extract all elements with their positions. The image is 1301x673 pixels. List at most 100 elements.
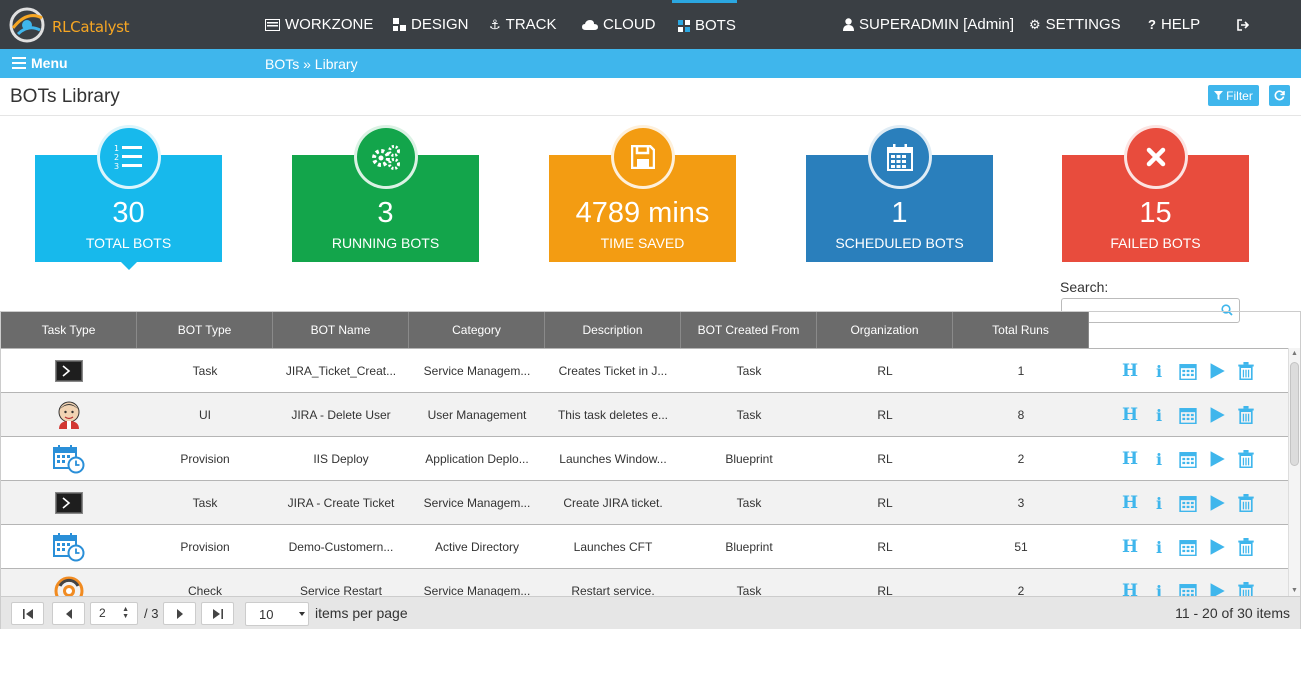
top-navbar: RLCatalyst WORKZONE DESIGN ⚓ TRACK CLOUD… [0,0,1301,49]
logout-button[interactable] [1237,0,1250,49]
col-bot-name[interactable]: BOT Name [273,312,409,348]
chevron-down-icon [299,612,305,616]
table-row[interactable]: Provision IIS Deploy Application Deplo..… [1,436,1288,480]
active-card-pointer [120,262,137,270]
scroll-down-icon[interactable]: ▼ [1291,587,1298,594]
bot-name-cell[interactable]: IIS Deploy [273,452,409,466]
nav-track[interactable]: ⚓ TRACK [489,0,557,49]
col-created-from[interactable]: BOT Created From [681,312,817,348]
delete-icon[interactable] [1237,406,1255,424]
running-bots-label: RUNNING BOTS [331,235,440,251]
delete-icon[interactable] [1237,450,1255,468]
bot-type-cell: Provision [180,451,230,466]
col-task-type[interactable]: Task Type [1,312,137,348]
table-row[interactable]: Task JIRA - Create Ticket Service Manage… [1,480,1288,524]
bot-name-cell[interactable]: JIRA_Ticket_Creat... [273,364,409,378]
prev-page-button[interactable] [52,602,85,625]
last-page-button[interactable] [201,602,234,625]
delete-icon[interactable] [1237,538,1255,556]
stat-card-failed-bots[interactable]: 15 FAILED BOTS [1062,125,1249,262]
table-row[interactable]: Task JIRA_Ticket_Creat... Service Manage… [1,348,1288,392]
app-logo[interactable]: RLCatalyst [8,4,130,46]
col-description[interactable]: Description [545,312,681,348]
run-icon[interactable] [1208,494,1226,512]
stat-card-time-saved[interactable]: 4789 mins TIME SAVED [549,125,736,262]
filter-label: Filter [1226,88,1253,103]
scroll-up-icon[interactable]: ▲ [1291,350,1298,357]
scrollbar-thumb[interactable] [1290,362,1299,466]
pager-info: 11 - 20 of 30 items [1175,605,1290,621]
table-row[interactable]: Check Service Restart Service Managem...… [1,568,1288,596]
schedule-icon[interactable] [1179,494,1197,512]
category-cell: Service Managem... [423,583,531,597]
next-page-button[interactable] [163,602,196,625]
info-icon[interactable]: i [1150,538,1168,557]
run-icon[interactable] [1208,582,1226,596]
info-icon[interactable]: i [1150,494,1168,513]
bot-name-cell[interactable]: JIRA - Create Ticket [273,496,409,510]
times-icon [1123,125,1188,189]
nav-workzone[interactable]: WORKZONE [265,0,373,49]
stat-card-scheduled-bots[interactable]: 1 SCHEDULED BOTS [806,125,993,262]
page-size-select[interactable]: 10 [245,602,309,626]
grid-scrollbar[interactable]: ▲ ▼ [1288,348,1300,596]
help-menu[interactable]: ? HELP [1148,0,1200,49]
delete-icon[interactable] [1237,582,1255,596]
info-icon[interactable]: i [1150,450,1168,469]
schedule-icon[interactable] [1179,538,1197,556]
stat-card-running-bots[interactable]: 3 RUNNING BOTS [292,125,479,262]
jenkins-icon [58,401,80,429]
col-organization[interactable]: Organization [817,312,953,348]
col-category[interactable]: Category [409,312,545,348]
schedule-icon[interactable] [1179,582,1197,596]
current-page: 2 [99,606,106,620]
logo-text: RLCatalyst [52,18,130,36]
search-label: Search: [1060,279,1109,295]
bot-name-cell[interactable]: Demo-Customern... [273,540,409,554]
history-icon[interactable]: H [1121,361,1139,381]
schedule-icon[interactable] [1179,450,1197,468]
run-icon[interactable] [1208,362,1226,380]
history-icon[interactable]: H [1121,537,1139,557]
description-cell: Create JIRA ticket. [563,495,663,510]
stat-card-total-bots[interactable]: 123 30 TOTAL BOTS [35,125,222,270]
nav-design[interactable]: DESIGN [393,0,469,49]
bot-type-cell: UI [199,407,211,422]
info-icon[interactable]: i [1150,582,1168,597]
cogs-icon [353,125,418,189]
history-icon[interactable]: H [1121,493,1139,513]
sitemap-icon [393,18,406,31]
run-icon[interactable] [1208,406,1226,424]
running-bots-value: 3 [377,197,394,229]
run-icon[interactable] [1208,450,1226,468]
history-icon[interactable]: H [1121,405,1139,425]
history-icon[interactable]: H [1121,581,1139,596]
failed-bots-label: FAILED BOTS [1110,235,1201,251]
delete-icon[interactable] [1237,362,1255,380]
nav-cloud[interactable]: CLOUD [582,0,656,49]
filter-button[interactable]: Filter [1208,85,1259,106]
total-bots-value: 30 [112,197,145,229]
page-spinner-icon[interactable]: ▲ ▼ [122,606,129,620]
col-total-runs[interactable]: Total Runs [953,312,1089,348]
col-bot-type[interactable]: BOT Type [137,312,273,348]
page-number-input[interactable]: 2 ▲ ▼ [90,602,138,625]
delete-icon[interactable] [1237,494,1255,512]
history-icon[interactable]: H [1121,449,1139,469]
user-menu[interactable]: SUPERADMIN [Admin] [843,0,1014,49]
run-icon[interactable] [1208,538,1226,556]
gear-icon: ⚙ [1029,16,1041,32]
refresh-button[interactable] [1269,85,1290,106]
schedule-icon[interactable] [1179,362,1197,380]
bot-name-cell[interactable]: JIRA - Delete User [273,408,409,422]
schedule-icon[interactable] [1179,406,1197,424]
table-row[interactable]: Provision Demo-Customern... Active Direc… [1,524,1288,568]
table-row[interactable]: UI JIRA - Delete User User Management Th… [1,392,1288,436]
nav-bots[interactable]: BOTS [672,0,737,49]
first-page-button[interactable] [11,602,44,625]
settings-menu[interactable]: ⚙ SETTINGS [1029,0,1121,49]
info-icon[interactable]: i [1150,362,1168,381]
bot-name-cell[interactable]: Service Restart [273,584,409,597]
menu-toggle-button[interactable]: Menu [12,55,68,71]
info-icon[interactable]: i [1150,406,1168,425]
